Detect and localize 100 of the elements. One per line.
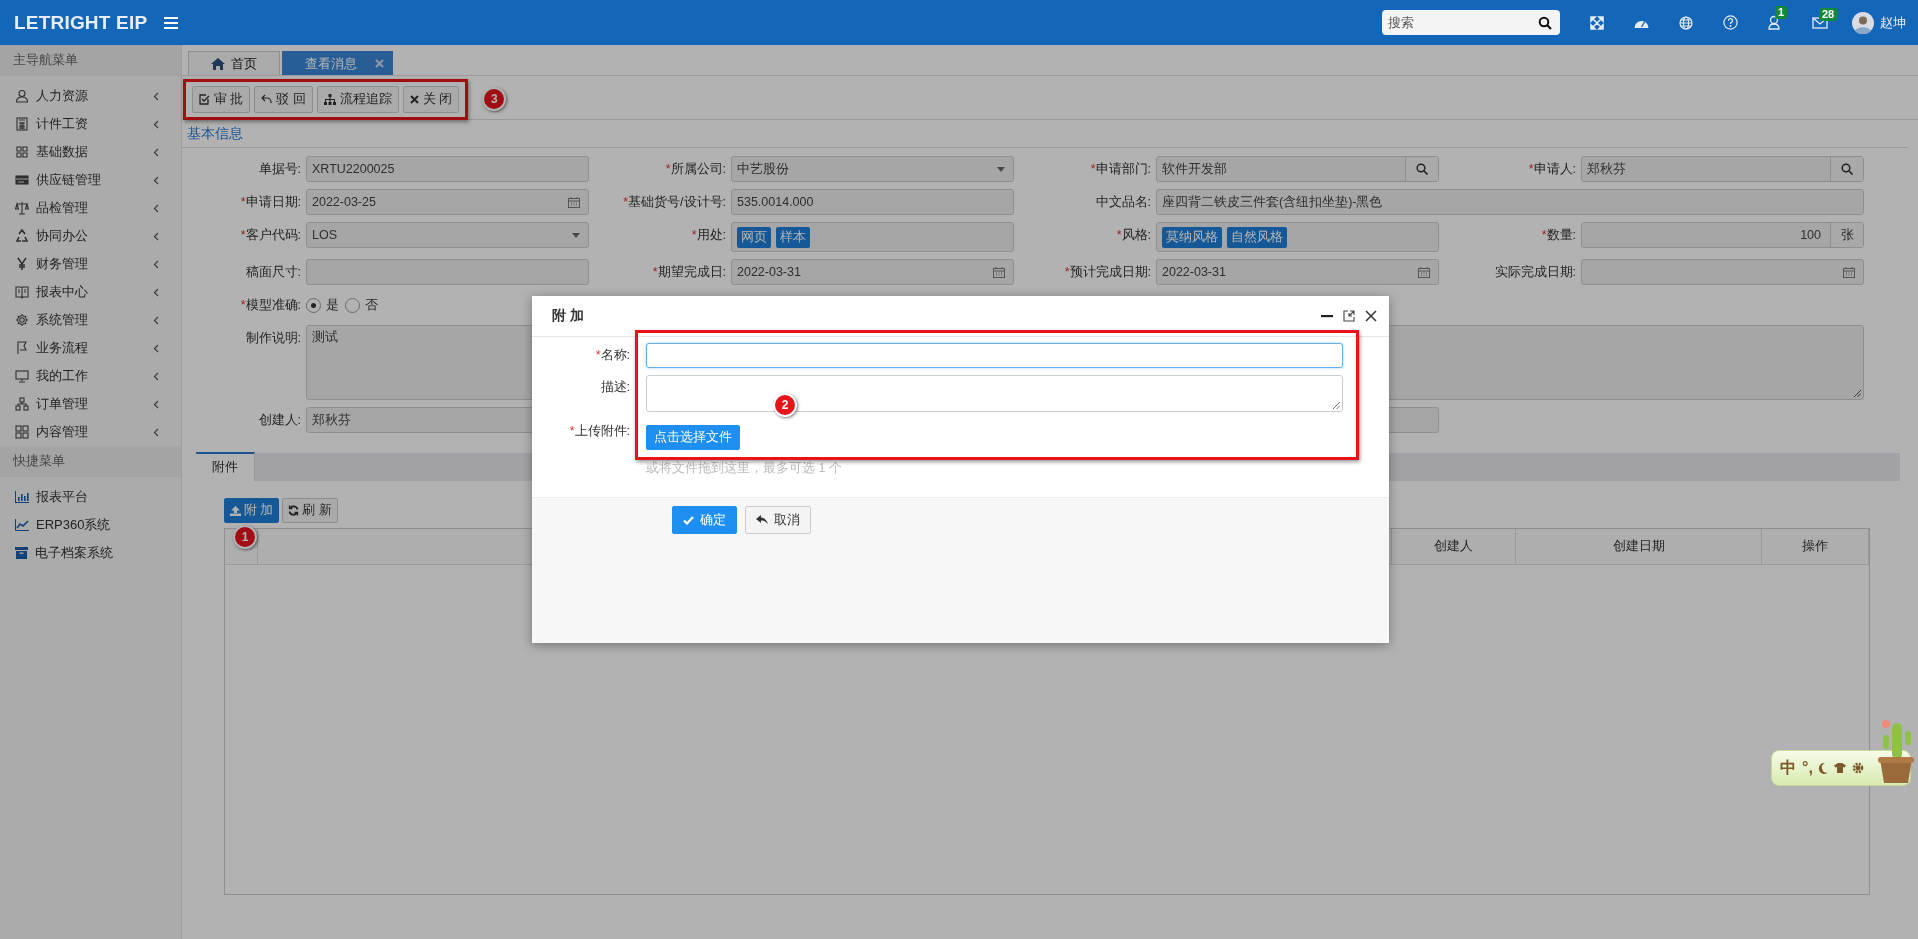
sidebar-item[interactable]: 订单管理 (0, 390, 181, 418)
maximize-icon[interactable] (1343, 310, 1355, 322)
tag: 样本 (776, 226, 810, 248)
sidebar-item[interactable]: 内容管理 (0, 418, 181, 446)
field-label: *申请部门: (1089, 161, 1152, 178)
toolbar-button[interactable]: 关 闭 (402, 85, 460, 113)
count-badge: 28 (1819, 7, 1838, 21)
chevron-left-icon (153, 343, 159, 353)
upload-icon (230, 505, 241, 516)
menu-icon[interactable] (164, 16, 179, 29)
sidebar-item[interactable]: 人力资源 (0, 82, 181, 110)
sitemap-icon (15, 397, 29, 411)
sidebar-item[interactable]: 电子档案系统 (0, 539, 181, 567)
callout-badge: 2 (773, 393, 797, 417)
line-chart-icon (15, 519, 29, 531)
sidebar-item[interactable]: 系统管理 (0, 306, 181, 334)
select-field[interactable]: LOS (306, 222, 589, 248)
user-name[interactable]: 赵坤 (1880, 13, 1906, 32)
tag: 自然风格 (1227, 226, 1287, 248)
help-icon[interactable] (1723, 15, 1738, 30)
attach-button[interactable]: 附 加 (224, 498, 280, 523)
date-field[interactable]: 2022-03-25 (306, 189, 589, 215)
scale-icon (15, 201, 29, 215)
globe-icon[interactable] (1679, 15, 1693, 30)
close-icon[interactable] (1365, 310, 1377, 322)
sidebar-item[interactable]: 报表中心 (0, 278, 181, 306)
sidebar-item[interactable]: 业务流程 (0, 334, 181, 362)
unit-label: 张 (1830, 223, 1863, 247)
chevron-left-icon (153, 371, 159, 381)
cancel-button[interactable]: 取消 (745, 506, 811, 534)
flag-icon (15, 341, 29, 355)
chevron-left-icon (153, 203, 159, 213)
calendar-icon[interactable] (1843, 266, 1855, 278)
toolbar-button[interactable]: 审 批 (192, 85, 251, 113)
refresh-icon (288, 505, 300, 516)
field-label: *申请日期: (239, 194, 302, 211)
refresh-button[interactable]: 刷 新 (282, 498, 338, 523)
tag-field[interactable]: 网页 样本 (731, 222, 1014, 252)
punctuation-label[interactable]: °, (1802, 759, 1813, 777)
resize-handle[interactable] (1333, 402, 1340, 409)
sidebar-item[interactable]: 品检管理 (0, 194, 181, 222)
sidebar-item[interactable]: 报表平台 (0, 483, 181, 511)
avatar[interactable] (1852, 11, 1874, 34)
close-icon (409, 94, 419, 104)
user-icon[interactable] (1768, 15, 1782, 30)
text-field[interactable]: XRTU2200025 (306, 156, 589, 182)
sidebar-item[interactable]: 计件工资 (0, 110, 181, 138)
calendar-icon[interactable] (993, 266, 1005, 278)
count-badge: 1 (1775, 6, 1788, 19)
sidebar-item[interactable]: 供应链管理 (0, 166, 181, 194)
chevron-left-icon (153, 91, 159, 101)
search-button[interactable] (1405, 157, 1438, 181)
gear-icon[interactable] (1851, 762, 1864, 774)
moon-icon[interactable] (1818, 762, 1828, 774)
select-field[interactable]: 中艺股份 (731, 156, 1014, 182)
date-field[interactable]: 2022-03-31 (1156, 259, 1439, 285)
sidebar-item[interactable]: ERP360系统 (0, 511, 181, 539)
resize-handle[interactable] (1854, 390, 1861, 397)
field-label: 实际完成日期: (1493, 264, 1577, 281)
search-field[interactable]: 搜索 (1382, 10, 1560, 35)
menu-heading: 主导航菜单 (0, 45, 181, 76)
sidebar-item[interactable]: 基础数据 (0, 138, 181, 166)
number-field[interactable]: 100 张 (1581, 222, 1864, 248)
tag-field[interactable]: 莫纳风格 自然风格 (1156, 222, 1439, 252)
text-field[interactable] (306, 259, 589, 285)
text-field[interactable]: 座四背二铁皮三件套(含纽扣坐垫)-黑色 (1156, 189, 1864, 215)
radio-option[interactable]: 是 (306, 296, 339, 314)
description-field[interactable] (646, 375, 1343, 412)
input-mode-label[interactable]: 中 (1780, 757, 1796, 779)
calendar-icon[interactable] (568, 196, 580, 208)
sidebar-item[interactable]: 我的工作 (0, 362, 181, 390)
card-icon (15, 173, 29, 187)
sidebar-item[interactable]: 财务管理 (0, 250, 181, 278)
sitemap-icon (323, 93, 336, 105)
field-label: *模型准确: (239, 297, 302, 314)
name-field[interactable] (646, 343, 1343, 368)
minimize-icon[interactable] (1321, 314, 1333, 318)
toolbar-button[interactable]: 流程追踪 (316, 85, 399, 113)
lookup-field[interactable]: 软件开发部 (1156, 156, 1439, 182)
date-field[interactable] (1581, 259, 1864, 285)
page-tab[interactable]: 首页 (188, 51, 280, 75)
fullscreen-icon[interactable] (1590, 15, 1604, 30)
apps-icon (15, 425, 29, 439)
field-label: 单据号: (257, 161, 302, 178)
toolbar-button[interactable]: 驳 回 (254, 85, 313, 113)
date-field[interactable]: 2022-03-31 (731, 259, 1014, 285)
field-label: *客户代码: (239, 227, 302, 244)
chevron-left-icon (153, 175, 159, 185)
search-icon[interactable] (1538, 16, 1552, 30)
field-label: *期望完成日: (651, 264, 727, 281)
radio-option[interactable]: 否 (345, 296, 378, 314)
calendar-icon[interactable] (1418, 266, 1430, 278)
sidebar-item[interactable]: 协同办公 (0, 222, 181, 250)
lookup-field[interactable]: 郑秋芬 (1581, 156, 1864, 182)
section-tab[interactable]: 附件 (196, 452, 255, 481)
shirt-icon[interactable] (1833, 763, 1846, 773)
recycle-icon (15, 229, 29, 243)
checkbox-icon (199, 93, 210, 105)
search-button[interactable] (1830, 157, 1863, 181)
text-field[interactable]: 535.0014.000 (731, 189, 1014, 215)
